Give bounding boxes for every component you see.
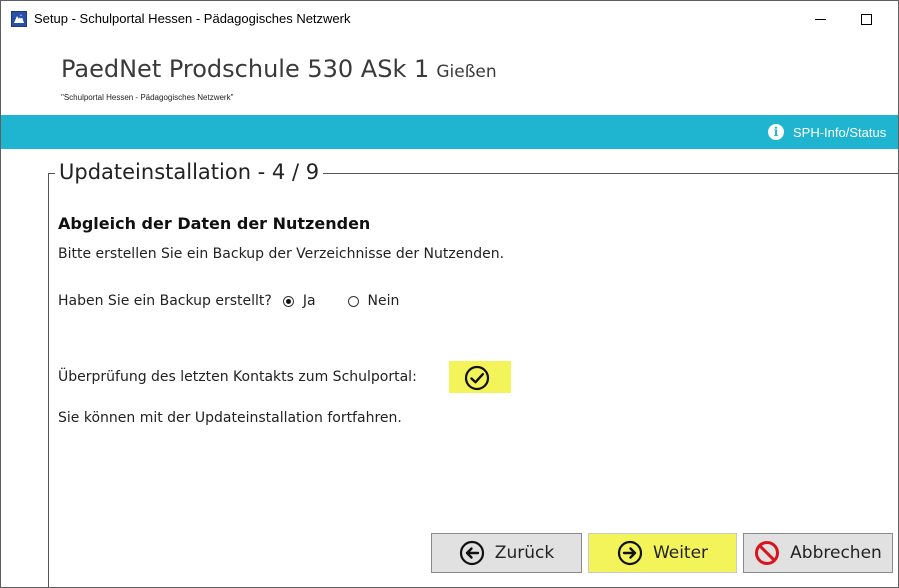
maximize-icon [860, 13, 872, 25]
setup-window: Setup - Schulportal Hessen - Pädagogisch… [0, 0, 899, 588]
radio-no-indicator[interactable] [347, 295, 359, 307]
title-bar[interactable]: Setup - Schulportal Hessen - Pädagogisch… [1, 1, 898, 37]
window-title: Setup - Schulportal Hessen - Pädagogisch… [34, 11, 351, 26]
school-name: PaedNet Prodschule 530 ASk 1 [61, 55, 430, 83]
next-button[interactable]: Weiter [588, 533, 737, 573]
radio-yes-label: Ja [302, 293, 316, 309]
back-button[interactable]: Zurück [431, 533, 582, 573]
sph-info-status-label: SPH-Info/Status [793, 124, 887, 140]
maximize-button[interactable] [843, 1, 889, 37]
school-location: Gießen [436, 62, 497, 82]
minimize-button[interactable] [797, 1, 843, 37]
backup-question: Haben Sie ein Backup erstellt? [58, 293, 272, 309]
radio-yes[interactable]: Ja [282, 293, 316, 309]
app-icon [11, 11, 27, 27]
radio-no[interactable]: Nein [347, 293, 400, 309]
continue-message: Sie können mit der Updateinstallation fo… [58, 410, 402, 426]
cancel-button[interactable]: Abbrechen [743, 533, 893, 573]
contact-check-label: Überprüfung des letzten Kontakts zum Sch… [58, 369, 417, 385]
radio-yes-indicator[interactable] [282, 295, 294, 307]
arrow-left-circle-icon [459, 540, 484, 566]
minimize-icon [814, 18, 826, 20]
check-circle-icon [464, 365, 490, 391]
section-heading: Abgleich der Daten der Nutzenden [58, 214, 371, 233]
backup-question-row: Haben Sie ein Backup erstellt? Ja Nein [58, 293, 399, 309]
arrow-right-circle-icon [617, 540, 643, 566]
back-button-label: Zurück [494, 543, 555, 563]
prohibited-icon [755, 541, 780, 565]
info-bar: i SPH-Info/Status [1, 115, 898, 149]
section-description: Bitte erstellen Sie ein Backup der Verze… [58, 246, 505, 262]
info-icon: i [768, 124, 784, 140]
radio-no-label: Nein [367, 293, 400, 309]
cancel-button-label: Abbrechen [790, 543, 882, 563]
header-subtitle: "Schulportal Hessen - Pädagogisches Netz… [61, 93, 234, 102]
next-button-label: Weiter [652, 543, 709, 563]
school-title: PaedNet Prodschule 530 ASk 1 Gießen [61, 55, 497, 83]
sph-info-status-link[interactable]: i SPH-Info/Status [768, 124, 886, 140]
step-title: Updateinstallation - 4 / 9 [55, 160, 324, 184]
